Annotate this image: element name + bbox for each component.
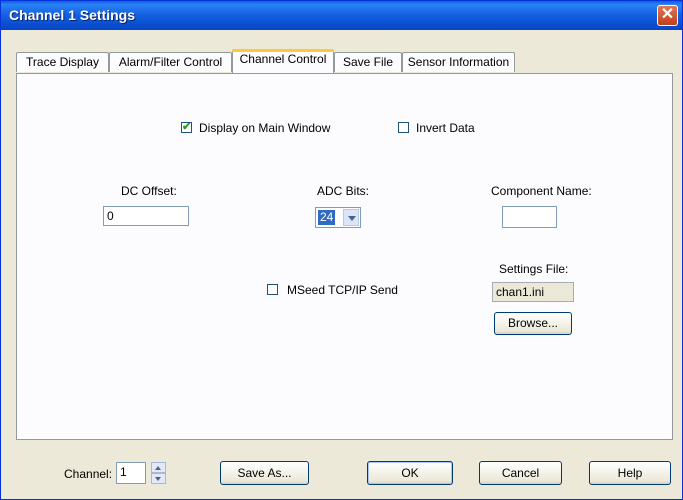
save-as-button[interactable]: Save As... (220, 461, 309, 485)
adc-bits-label: ADC Bits: (317, 184, 370, 198)
display-on-main-label: Display on Main Window (199, 121, 331, 135)
cancel-button[interactable]: Cancel (479, 461, 562, 485)
component-name-label: Component Name: (491, 184, 592, 198)
ok-button[interactable]: OK (367, 461, 453, 485)
tab-alarm-filter-control[interactable]: Alarm/Filter Control (109, 52, 232, 72)
tab-label: Alarm/Filter Control (118, 55, 223, 69)
channel-label: Channel: (64, 467, 113, 481)
adc-bits-select[interactable]: 24 (315, 207, 361, 228)
tab-channel-control[interactable]: Channel Control (232, 49, 334, 73)
display-on-main-checkbox[interactable]: ✔ (181, 121, 192, 133)
close-button[interactable]: ✕ (657, 5, 678, 26)
tab-label: Channel Control (239, 52, 327, 66)
chevron-down-icon[interactable] (343, 209, 359, 226)
invert-data-label: Invert Data (416, 121, 475, 135)
help-button[interactable]: Help (589, 461, 671, 485)
tab-label: Trace Display (26, 55, 99, 69)
adc-bits-value: 24 (318, 210, 336, 225)
dc-offset-label: DC Offset: (121, 184, 177, 198)
close-icon: ✕ (660, 6, 675, 23)
dc-offset-input[interactable]: 0 (103, 206, 189, 226)
title-bar[interactable]: Channel 1 Settings ✕ (1, 1, 682, 30)
window-title: Channel 1 Settings (9, 7, 136, 23)
tab-label: Sensor Information (407, 55, 510, 69)
browse-button[interactable]: Browse... (494, 312, 572, 335)
mseed-send-checkbox[interactable] (267, 284, 278, 295)
check-icon: ✔ (182, 121, 192, 133)
component-name-input[interactable] (502, 206, 557, 228)
channel-spinner (151, 462, 166, 484)
mseed-send-label: MSeed TCP/IP Send (287, 283, 398, 297)
settings-file-field: chan1.ini (492, 282, 574, 302)
channel-number-input[interactable]: 1 (116, 462, 146, 484)
tab-label: Save File (342, 55, 394, 69)
settings-dialog: Channel 1 Settings ✕ Trace Display Alarm… (0, 0, 683, 500)
channel-control-panel: ✔ Display on Main Window Invert Data DC … (16, 73, 673, 440)
tab-sensor-information[interactable]: Sensor Information (402, 52, 515, 72)
settings-file-label: Settings File: (499, 262, 569, 276)
spin-down-icon[interactable] (151, 473, 166, 484)
tab-trace-display[interactable]: Trace Display (16, 52, 109, 72)
tab-save-file[interactable]: Save File (334, 52, 402, 72)
invert-data-checkbox[interactable] (398, 122, 409, 133)
spin-up-icon[interactable] (151, 462, 166, 473)
